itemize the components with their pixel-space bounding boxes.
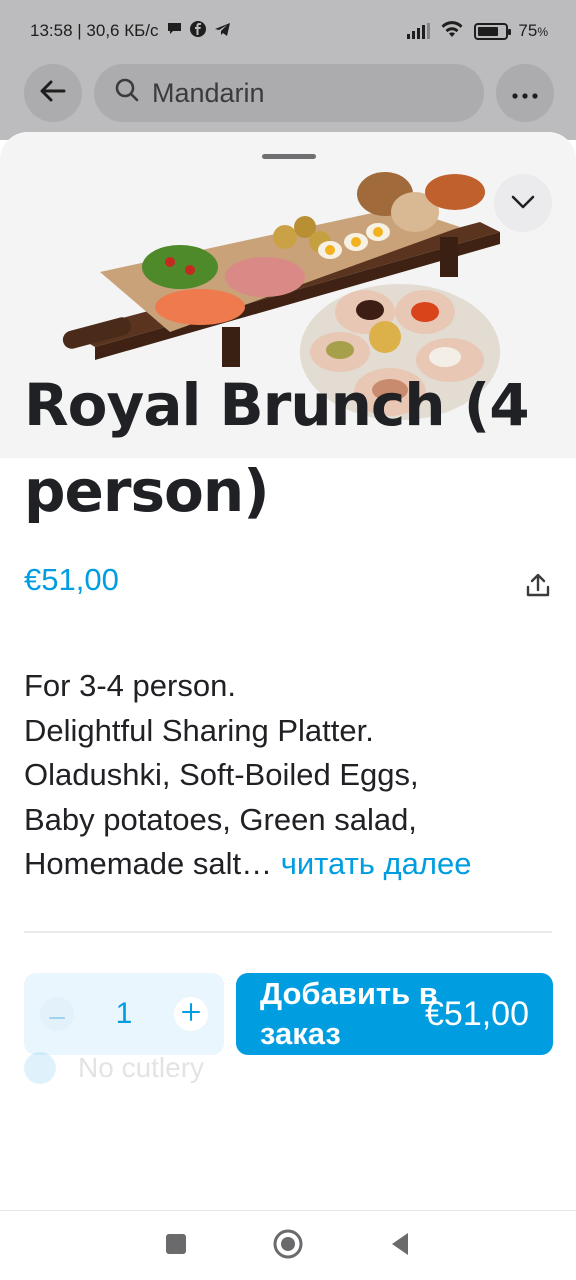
search-query: Mandarin (152, 77, 265, 108)
collapse-button[interactable] (494, 174, 552, 232)
system-nav-bar (0, 1210, 576, 1280)
square-icon (165, 1233, 187, 1259)
product-description: For 3-4 person. Delightful Sharing Platt… (24, 664, 554, 887)
status-right: 75% (407, 20, 548, 43)
recents-button[interactable] (156, 1226, 196, 1266)
status-left: 13:58 | 30,6 КБ/с (30, 21, 231, 41)
wifi-icon (440, 20, 464, 43)
no-cutlery-label: No cutlery (78, 1052, 205, 1083)
status-time-speed: 13:58 | 30,6 КБ/с (30, 21, 159, 40)
description-line-last: Homemade salt… читать далее (24, 842, 554, 887)
signal-icon (407, 23, 431, 39)
chat-bubble-icon (167, 22, 182, 40)
product-price: €51,00 (24, 562, 119, 597)
description-line: Homemade salt… (24, 846, 273, 881)
description-line: For 3-4 person. (24, 668, 236, 703)
decrease-button[interactable] (40, 997, 74, 1031)
quantity-value: 1 (115, 997, 133, 1030)
chevron-down-icon (511, 194, 535, 213)
home-button[interactable] (268, 1226, 308, 1266)
more-dots-icon (512, 84, 538, 103)
add-to-order-button[interactable]: Добавить в заказ €51,00 (236, 973, 553, 1055)
minus-icon (49, 1005, 65, 1024)
search-icon (114, 77, 140, 110)
read-more-link[interactable]: читать далее (281, 846, 472, 881)
increase-button[interactable] (174, 997, 208, 1031)
battery-icon (474, 22, 512, 40)
battery-percent: 75% (518, 21, 548, 40)
product-title: Royal Brunch (4 person) (24, 371, 530, 525)
description-line: Oladushki, Soft-Boiled Eggs, (24, 757, 419, 792)
facebook-icon (189, 21, 206, 41)
checkbox-checked-icon (24, 1052, 56, 1084)
description-line: Baby potatoes, Green salad, (24, 801, 417, 837)
share-icon (525, 573, 551, 603)
divider (24, 931, 552, 933)
description-line: Delightful Sharing Platter. (24, 712, 374, 748)
battery-fill (478, 26, 498, 36)
back-nav-button[interactable] (380, 1226, 420, 1266)
back-button[interactable] (24, 64, 82, 122)
share-button[interactable] (520, 570, 556, 606)
triangle-back-icon (390, 1232, 410, 1260)
add-to-order-price: €51,00 (425, 994, 529, 1033)
status-bar: 13:58 | 30,6 КБ/с 75% (0, 0, 576, 62)
search-input[interactable]: Mandarin (94, 64, 484, 122)
sheet-drag-handle[interactable] (262, 154, 316, 159)
home-circle-icon (273, 1229, 303, 1263)
arrow-left-icon (40, 80, 66, 106)
plus-icon (182, 1003, 200, 1025)
quantity-stepper: 1 (24, 973, 224, 1055)
more-options-button[interactable] (496, 64, 554, 122)
telegram-icon (214, 22, 231, 41)
search-bar-row: Mandarin (24, 62, 554, 124)
no-cutlery-option[interactable]: No cutlery (24, 1052, 204, 1084)
